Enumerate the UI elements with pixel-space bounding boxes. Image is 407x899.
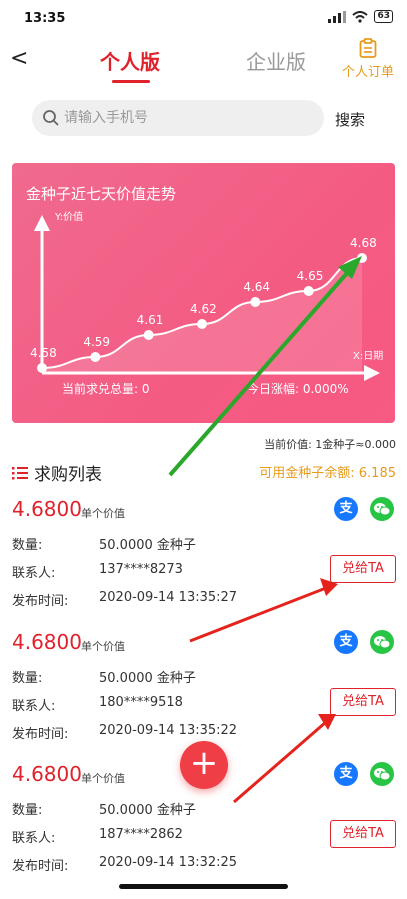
item-price: 4.6800 [12, 497, 82, 521]
home-indicator [119, 884, 288, 889]
search-icon [43, 110, 59, 126]
data-point [90, 352, 101, 362]
data-point [37, 363, 47, 373]
data-label: 4.68 [350, 236, 377, 250]
data-point [303, 286, 314, 296]
item-time: 2020-09-14 13:35:22 [99, 723, 238, 738]
search-button[interactable]: 搜索 [335, 109, 365, 130]
item-time: 2020-09-14 13:35:27 [99, 590, 238, 605]
clipboard-icon [359, 38, 377, 58]
contact-label: 联系人: [12, 699, 56, 714]
qty-label: 数量: [12, 538, 43, 553]
current-price: 当前价值: 1金种子≈0.000 [264, 438, 396, 451]
item-qty-row: 数量: 50.0000 金种子 [12, 799, 196, 818]
item-contact: 187****2862 [99, 827, 183, 842]
data-label: 4.61 [136, 313, 164, 327]
orders-button[interactable]: 个人订单 [336, 38, 400, 80]
y-axis-label: Y:价值 [55, 212, 84, 223]
signal-icon [328, 10, 347, 23]
available-balance: 可用金种子余额: 6.185 [259, 466, 396, 481]
price-trend-card: 金种子近七天价值走势 Y:价值 X:日期 4.58 4.59 4.61 4.62 4.6… [12, 163, 395, 423]
list-item: 4.6800 单个价值 支数量: 50.0000 金种子联系人: 137****8273… [0, 497, 407, 627]
item-qty: 50.0000 金种子 [99, 803, 196, 818]
search-bar [32, 100, 324, 136]
data-point [357, 253, 367, 263]
time-label: 发布时间: [12, 727, 69, 742]
total-request-amount: 当前求兑总量: 0 [62, 382, 150, 396]
data-label: 4.65 [296, 269, 324, 283]
item-time-row: 发布时间: 2020-09-14 13:35:22 [12, 723, 237, 742]
contact-label: 联系人: [12, 566, 56, 581]
status-bar: 13:35 63 [0, 0, 407, 36]
data-label: 4.59 [83, 335, 111, 349]
item-contact-row: 联系人: 180****9518 [12, 695, 183, 714]
give-ta-button[interactable]: 兑给TA [330, 555, 396, 583]
back-button[interactable]: < [10, 46, 28, 71]
item-price: 4.6800 [12, 630, 82, 654]
phone-search-input[interactable] [64, 100, 314, 136]
give-ta-button[interactable]: 兑给TA [330, 820, 396, 848]
give-ta-button[interactable]: 兑给TA [330, 688, 396, 716]
time-label: 发布时间: [12, 859, 69, 874]
alipay-icon[interactable]: 支 [334, 762, 358, 786]
item-unit-label: 单个价值 [81, 772, 125, 785]
tab-enterprise[interactable]: 企业版 [246, 46, 306, 75]
x-axis-label: X:日期 [353, 351, 384, 362]
data-label: 4.62 [190, 302, 217, 316]
data-label: 4.64 [243, 280, 271, 294]
list-icon [12, 466, 28, 479]
tab-personal[interactable]: 个人版 [100, 46, 160, 75]
battery-icon: 63 [374, 10, 393, 23]
qty-label: 数量: [12, 671, 43, 686]
item-qty: 50.0000 金种子 [99, 538, 196, 553]
wechat-icon[interactable] [370, 630, 394, 654]
item-time-row: 发布时间: 2020-09-14 13:32:25 [12, 855, 237, 874]
data-label: 4.58 [30, 346, 57, 360]
item-price: 4.6800 [12, 762, 82, 786]
item-time-row: 发布时间: 2020-09-14 13:35:27 [12, 590, 237, 609]
chart-title: 金种子近七天价值走势 [26, 185, 177, 203]
alipay-icon[interactable]: 支 [334, 630, 358, 654]
item-qty: 50.0000 金种子 [99, 671, 196, 686]
list-title: 求购列表 [34, 465, 102, 485]
wechat-icon[interactable] [370, 497, 394, 521]
item-unit-label: 单个价值 [81, 507, 125, 520]
data-point [143, 330, 154, 340]
contact-label: 联系人: [12, 831, 56, 846]
add-button[interactable]: + [180, 741, 228, 789]
alipay-icon[interactable]: 支 [334, 497, 358, 521]
list-header: 求购列表 [12, 460, 102, 485]
item-contact-row: 联系人: 187****2862 [12, 827, 183, 846]
item-time: 2020-09-14 13:32:25 [99, 855, 238, 870]
top-nav: < 个人版 企业版 个人订单 [0, 36, 407, 90]
time-label: 发布时间: [12, 594, 69, 609]
item-unit-label: 单个价值 [81, 640, 125, 653]
item-contact: 137****8273 [99, 562, 183, 577]
item-contact-row: 联系人: 137****8273 [12, 562, 183, 581]
status-time: 13:35 [24, 11, 66, 26]
wifi-icon [352, 10, 369, 23]
tab-indicator [112, 80, 150, 83]
item-qty-row: 数量: 50.0000 金种子 [12, 534, 196, 553]
qty-label: 数量: [12, 803, 43, 818]
item-qty-row: 数量: 50.0000 金种子 [12, 667, 196, 686]
today-change: 今日涨幅: 0.000% [247, 382, 349, 396]
data-point [250, 297, 261, 307]
orders-label: 个人订单 [341, 65, 394, 80]
wechat-icon[interactable] [370, 762, 394, 786]
item-contact: 180****9518 [99, 695, 183, 710]
data-point [197, 319, 207, 329]
